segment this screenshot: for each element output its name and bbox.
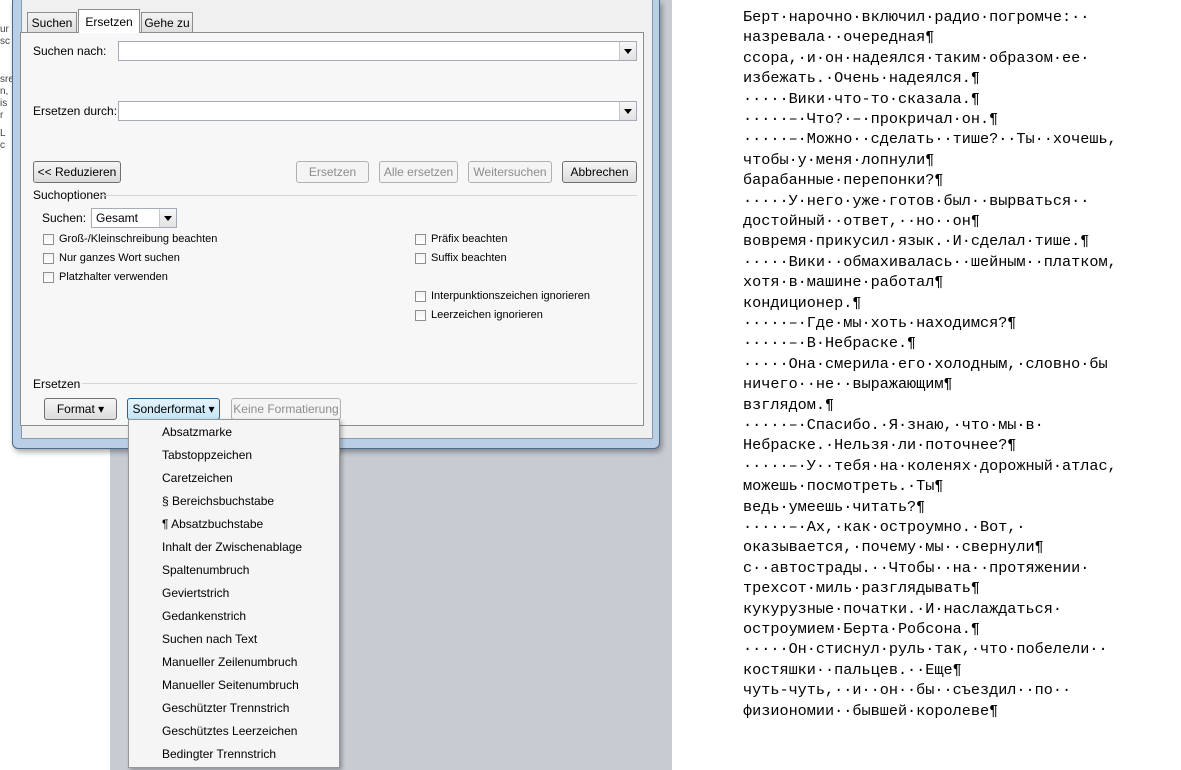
- tab-gehe-zu[interactable]: Gehe zu: [141, 12, 193, 32]
- document-line: кондиционер.¶: [743, 293, 862, 312]
- no-formatting-button[interactable]: Keine Formatierung: [231, 398, 341, 420]
- document-line: трехсот·миль·разглядывать¶: [743, 579, 980, 598]
- edge-text: ur: [0, 24, 9, 35]
- chevron-down-icon[interactable]: [619, 42, 636, 60]
- format-button[interactable]: Format ▾: [44, 398, 117, 420]
- tab-ersetzen[interactable]: Ersetzen: [78, 9, 140, 33]
- edge-text: is: [0, 98, 8, 109]
- document-line: вовремя·прикусил·язык.·И·сделал·тише.¶: [743, 232, 1090, 251]
- options-title: Suchoptionen: [33, 188, 107, 202]
- edge-text: L: [0, 128, 6, 139]
- checkbox-prefix[interactable]: [415, 234, 426, 245]
- chevron-down-icon[interactable]: [619, 102, 636, 120]
- document-line: чуть-чуть,··и··он··бы··съездил··по··: [743, 681, 1072, 700]
- divider: [82, 383, 637, 384]
- checkbox-label: Leerzeichen ignorieren: [431, 309, 543, 321]
- menu-item[interactable]: Caretzeichen: [162, 471, 233, 485]
- tab-suchen[interactable]: Suchen: [27, 12, 77, 32]
- document-line: ссора,·и·он·надеялся·таким·образом·ее·: [743, 48, 1090, 67]
- document-line: физиономии··бывшей·королеве¶: [743, 701, 999, 720]
- checkbox-ignore-whitespace[interactable]: [415, 310, 426, 321]
- menu-item[interactable]: Inhalt der Zwischenablage: [162, 540, 302, 554]
- document-line: остроумием·Берта·Робсона.¶: [743, 620, 980, 638]
- document-line: ·····–·Где·мы·хоть·находимся?¶: [743, 314, 1017, 332]
- document-line: ·····–·У··тебя·на·коленях·дорожный·атлас…: [743, 456, 1117, 475]
- document-line: оказывается,·почему·мы··свернули¶: [743, 538, 1044, 557]
- menu-item[interactable]: Geschütztes Leerzeichen: [162, 724, 297, 738]
- checkbox-whole-word[interactable]: [43, 253, 54, 264]
- document-line: чтобы·у·меня·лопнули¶: [743, 150, 935, 169]
- menu-item[interactable]: Absatzmarke: [162, 425, 232, 439]
- checkbox-case-sensitive[interactable]: [43, 234, 54, 245]
- menu-item[interactable]: ¶ Absatzbuchstabe: [162, 517, 263, 531]
- find-next-button[interactable]: Weitersuchen: [468, 161, 552, 183]
- document-line: Небраске.·Нельзя·ли·поточнее?¶: [743, 436, 1017, 455]
- checkbox-label: Interpunktionszeichen ignorieren: [431, 290, 590, 302]
- edge-text: n,: [0, 86, 9, 97]
- document-line: достойный··ответ,··но··он¶: [743, 212, 980, 230]
- document-line: ·····–·Спасибо.·Я·знаю,·что·мы·в·: [743, 416, 1044, 434]
- menu-item[interactable]: Geviertstrich: [162, 586, 229, 600]
- document-line: ·····Он·стиснул·руль·так,·что·побелели··: [743, 640, 1108, 659]
- checkbox-label: Platzhalter verwenden: [59, 271, 168, 283]
- menu-item[interactable]: Gedankenstrich: [162, 609, 246, 623]
- document-line: Берт·нарочно·включил·радио·погромче:··: [743, 8, 1090, 26]
- document-line: костяшки··пальцев.··Еще¶: [743, 660, 962, 679]
- checkbox-label: Präfix beachten: [431, 233, 508, 245]
- menu-item[interactable]: Spaltenumbruch: [162, 563, 249, 577]
- replace-label: Ersetzen durch:: [33, 104, 118, 118]
- menu-item[interactable]: Bedingter Trennstrich: [162, 747, 276, 761]
- replace-button[interactable]: Ersetzen: [296, 161, 369, 183]
- search-input[interactable]: [118, 41, 637, 61]
- document-line: назревала··очередная¶: [743, 28, 935, 47]
- menu-item[interactable]: Manueller Zeilenumbruch: [162, 655, 297, 669]
- divider: [100, 195, 637, 196]
- edge-text: r: [0, 110, 4, 121]
- document-line: ·····У·него·уже·готов·был··вырваться··: [743, 191, 1090, 210]
- reduce-button[interactable]: << Reduzieren: [33, 161, 121, 183]
- document-line: барабанные·перепонки?¶: [743, 171, 944, 190]
- edge-text: sc: [0, 36, 10, 47]
- document-line: ничего··не··выражающим¶: [743, 375, 953, 394]
- search-direction-label: Suchen:: [42, 211, 87, 225]
- chevron-down-icon[interactable]: [159, 209, 176, 227]
- document-line: ·····Она·смерила·его·холодным,·словно·бы: [743, 354, 1108, 373]
- document-line: хотя·в·машине·работал¶: [743, 273, 944, 292]
- menu-item[interactable]: Geschützter Trennstrich: [162, 701, 289, 715]
- checkbox-label: Suffix beachten: [431, 252, 507, 264]
- search-direction-select[interactable]: Gesamt: [91, 208, 177, 228]
- checkbox-wildcards[interactable]: [43, 272, 54, 283]
- menu-item[interactable]: § Bereichsbuchstabe: [162, 494, 274, 508]
- document-line: ·····Вики··обмахивалась··шейным··платком…: [743, 252, 1117, 271]
- document-line: избежать.·Очень·надеялся.¶: [743, 69, 980, 88]
- replace-section-title: Ersetzen: [33, 377, 81, 391]
- checkbox-label: Nur ganzes Wort suchen: [59, 252, 180, 264]
- document-line: ·····–·Что?·–·прокричал·он.¶: [743, 110, 999, 128]
- search-direction-value: Gesamt: [96, 211, 139, 225]
- special-format-button[interactable]: Sonderformat ▾: [127, 398, 220, 420]
- document-line: ·····–·Ах,·как·остроумно.·Вот,·: [743, 518, 1026, 536]
- checkbox-label: Groß-/Kleinschreibung beachten: [59, 233, 218, 245]
- edge-text: c: [0, 140, 5, 151]
- menu-item[interactable]: Suchen nach Text: [162, 632, 257, 646]
- replace-input[interactable]: [118, 101, 637, 121]
- menu-item[interactable]: Tabstoppzeichen: [162, 448, 252, 462]
- document-line: кукурузные·початки.·И·наслаждаться·: [743, 599, 1062, 618]
- cancel-button[interactable]: Abbrechen: [562, 161, 637, 183]
- document-line: ·····–·Можно··сделать··тише?··Ты··хочешь…: [743, 130, 1117, 149]
- document-line: ·····–·В·Небраске.¶: [743, 334, 917, 353]
- checkbox-suffix[interactable]: [415, 253, 426, 264]
- document-line: можешь·посмотреть.·Ты¶: [743, 477, 944, 496]
- replace-all-button[interactable]: Alle ersetzen: [379, 161, 458, 183]
- search-label: Suchen nach:: [33, 44, 107, 58]
- menu-item[interactable]: Manueller Seitenumbruch: [162, 678, 299, 692]
- special-format-menu: Absatzmarke Tabstoppzeichen Caretzeichen…: [128, 419, 340, 768]
- document-line: ·····Вики·что-то·сказала.¶: [743, 89, 980, 108]
- tab-panel: [20, 32, 644, 426]
- document-line: ведь·умеешь·читать?¶: [743, 497, 926, 516]
- document-line: с··автострады.··Чтобы··на··протяжении·: [743, 558, 1090, 577]
- document-line: взглядом.¶: [743, 395, 835, 414]
- checkbox-ignore-punctuation[interactable]: [415, 291, 426, 302]
